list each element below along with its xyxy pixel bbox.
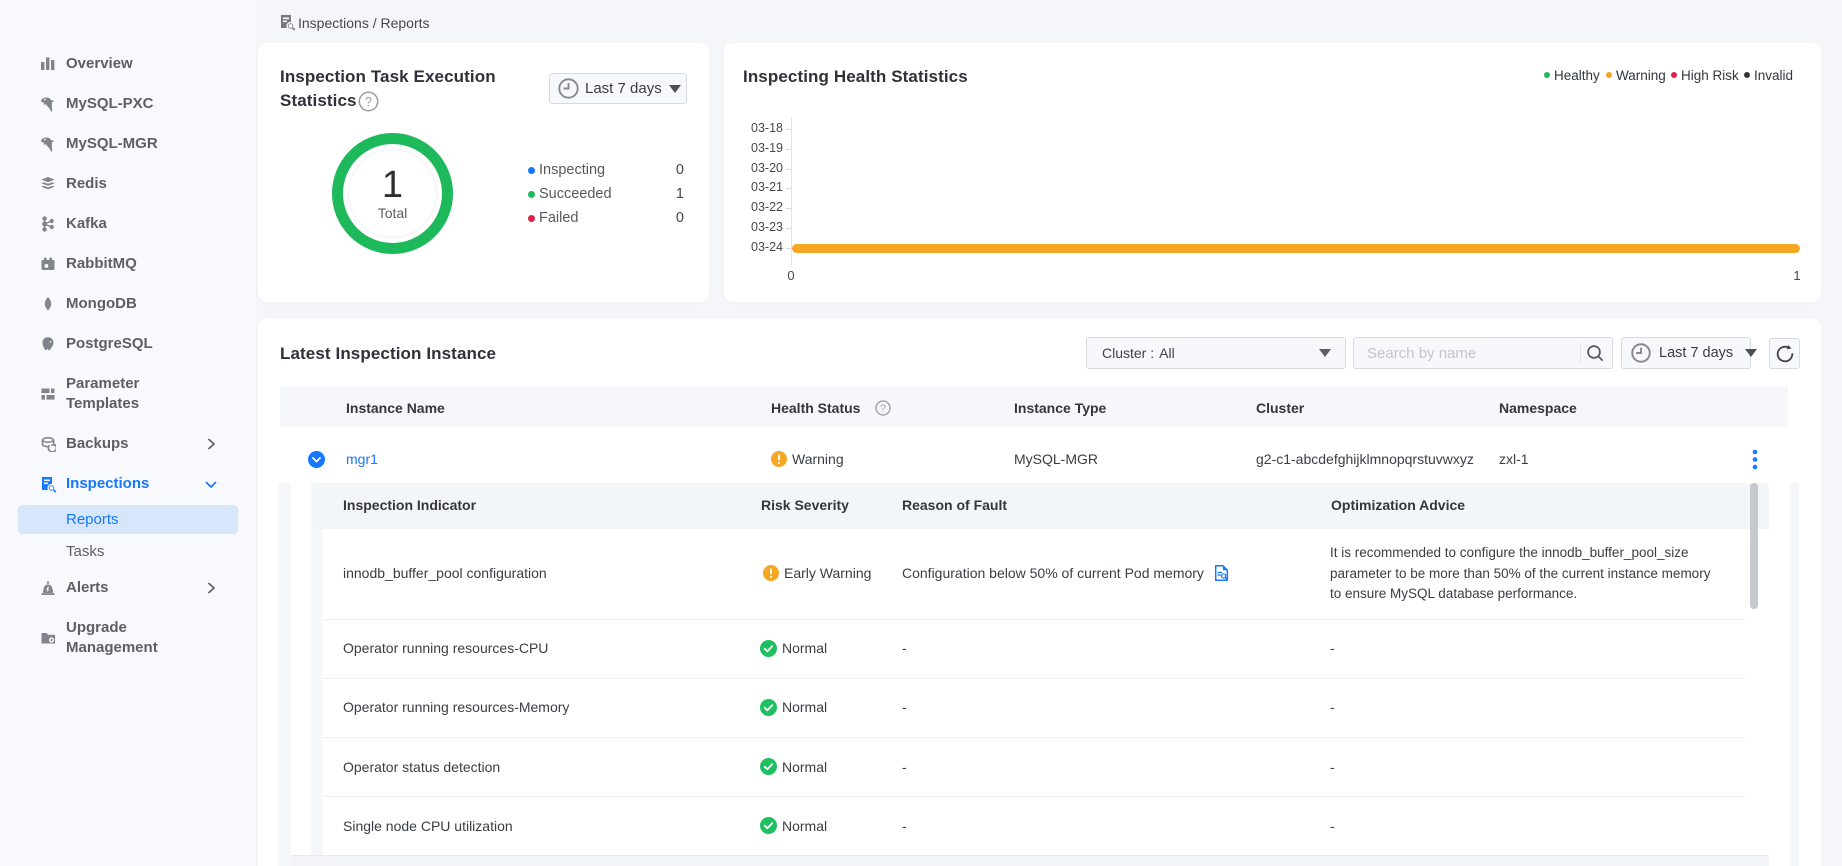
svg-text:?: ? — [365, 95, 372, 109]
svg-text:?: ? — [880, 404, 886, 415]
